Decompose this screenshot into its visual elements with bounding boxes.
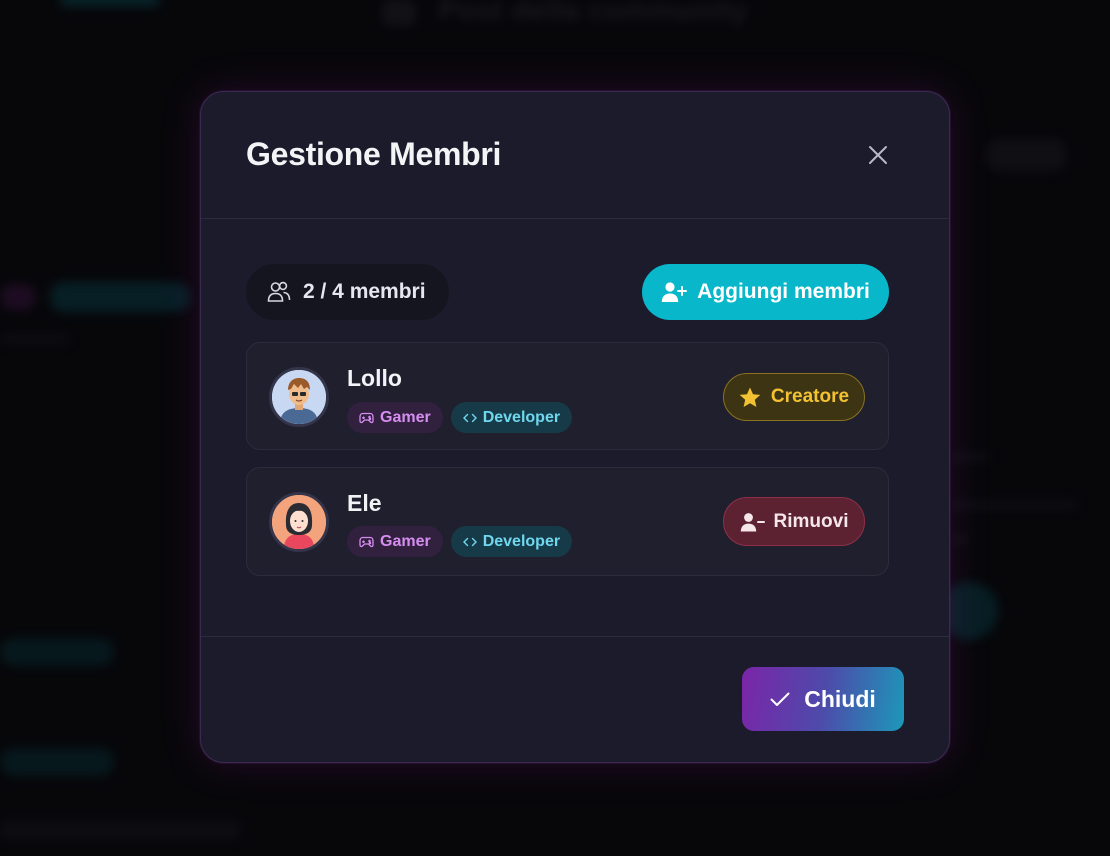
creator-badge: Creatore xyxy=(723,373,865,421)
users-icon xyxy=(267,281,291,302)
tag-label: Developer xyxy=(482,532,561,550)
check-icon xyxy=(770,692,790,706)
tag-label: Developer xyxy=(482,408,561,426)
member-name: Lollo xyxy=(347,365,402,391)
close-modal-label: Chiudi xyxy=(804,685,876,712)
member-tags: Gamer Developer xyxy=(347,526,573,557)
tag-label: Gamer xyxy=(380,532,431,550)
member-card: Ele Gamer Developer Rimuovi xyxy=(246,467,889,576)
member-card: Lollo Gamer Developer Creatore xyxy=(246,342,889,450)
member-count-text: 2 / 4 membri xyxy=(303,280,426,303)
user-plus-icon xyxy=(661,282,688,302)
modal-header: Gestione Membri xyxy=(201,92,949,219)
tag-developer: Developer xyxy=(450,402,573,433)
add-members-label: Aggiungi membri xyxy=(697,280,870,303)
avatar-female-icon xyxy=(272,495,326,549)
close-modal-button[interactable]: Chiudi xyxy=(742,667,904,731)
star-icon xyxy=(739,387,761,407)
gamepad-icon xyxy=(359,412,374,423)
code-icon xyxy=(462,537,477,546)
members-modal: Gestione Membri 2 / 4 membri Aggiungi me… xyxy=(200,91,950,763)
member-name: Ele xyxy=(347,490,382,516)
tag-gamer: Gamer xyxy=(347,402,443,433)
user-minus-icon xyxy=(740,512,765,531)
remove-member-button[interactable]: Rimuovi xyxy=(723,497,865,546)
member-tags: Gamer Developer xyxy=(347,402,573,433)
avatar xyxy=(269,492,329,552)
add-members-button[interactable]: Aggiungi membri xyxy=(642,264,889,320)
tag-developer: Developer xyxy=(450,526,573,557)
tag-gamer: Gamer xyxy=(347,526,443,557)
creator-label: Creatore xyxy=(770,386,850,407)
modal-footer: Chiudi xyxy=(201,636,949,762)
close-icon-button[interactable] xyxy=(861,138,895,172)
avatar xyxy=(269,367,329,427)
tag-label: Gamer xyxy=(380,408,431,426)
modal-title: Gestione Membri xyxy=(246,136,502,172)
member-count-pill: 2 / 4 membri xyxy=(246,264,449,320)
avatar-male-icon xyxy=(272,370,326,424)
close-icon xyxy=(869,146,887,164)
gamepad-icon xyxy=(359,536,374,547)
code-icon xyxy=(462,413,477,422)
remove-label: Rimuovi xyxy=(773,510,849,532)
